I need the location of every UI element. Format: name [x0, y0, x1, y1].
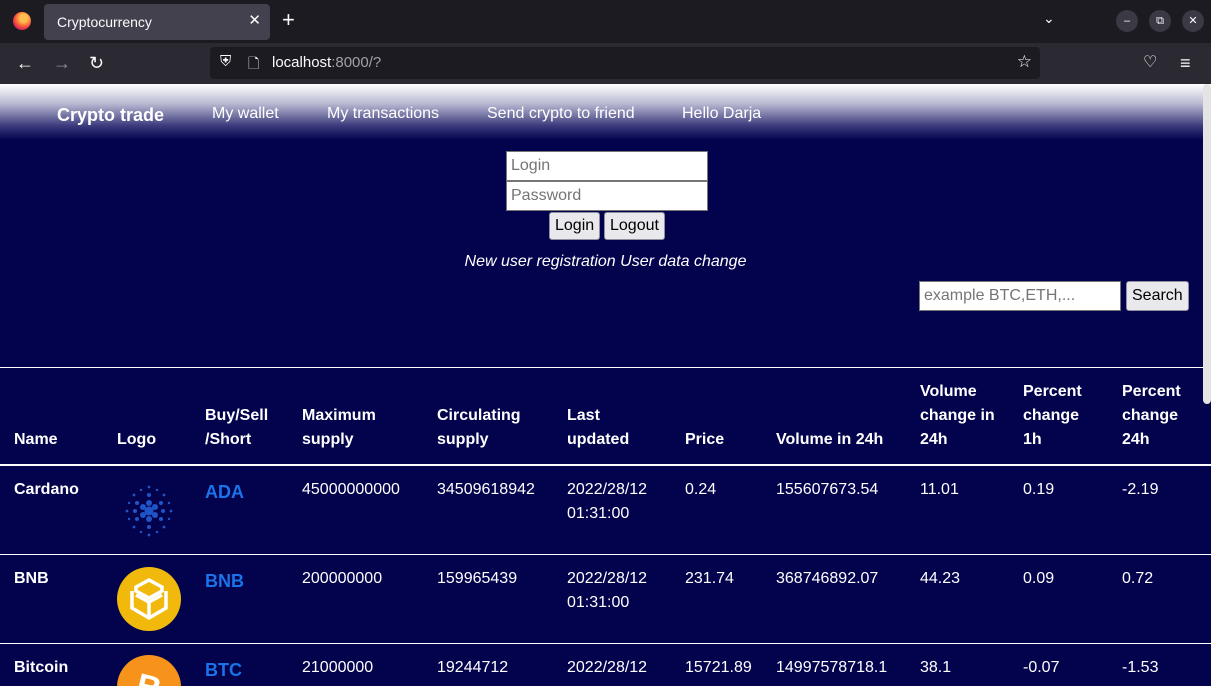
search-button[interactable]: Search: [1126, 281, 1189, 311]
row-name: Cardano: [14, 481, 79, 498]
row-last-updated: 2022/28/12 01:31:00: [567, 570, 648, 611]
nav-hello-user[interactable]: Hello Darja: [682, 105, 761, 123]
menu-icon[interactable]: ≡: [1180, 52, 1191, 74]
header-volume-change: Volume change in 24h: [920, 383, 995, 448]
site-navbar: Crypto trade My wallet My transactions S…: [0, 84, 1211, 140]
registration-link[interactable]: New user registration: [465, 253, 616, 270]
page-info-icon[interactable]: 🗋: [248, 53, 259, 77]
header-logo: Logo: [117, 431, 157, 448]
user-data-change-link[interactable]: User data change: [620, 253, 746, 270]
row-last-updated: 2022/28/12 01:31:00: [567, 481, 648, 522]
brand-link[interactable]: Crypto trade: [57, 105, 164, 126]
row-volume: 368746892.07: [776, 570, 879, 587]
password-input[interactable]: [506, 181, 708, 211]
nav-my-wallet[interactable]: My wallet: [212, 105, 279, 123]
row-volume: 155607673.54: [776, 481, 879, 498]
row-volume-change: 44.23: [920, 570, 961, 587]
header-circulating: Circulating supply: [437, 407, 521, 448]
header-pct-24h: Percent change 24h: [1122, 383, 1181, 448]
account-links: New user registration User data change: [0, 253, 1211, 271]
page-scrollbar[interactable]: [1203, 84, 1211, 404]
header-volume: Volume in 24h: [776, 431, 884, 448]
row-name: Bitcoin: [14, 659, 69, 676]
list-tabs-icon[interactable]: ⌄: [1043, 10, 1055, 27]
cardano-logo-icon: [125, 485, 173, 537]
reload-icon[interactable]: ↻: [89, 52, 104, 74]
row-volume: 14997578718.1: [776, 659, 888, 676]
header-buy-sell: Buy/Sell/Short: [205, 407, 269, 448]
row-circulating: 19244712: [437, 659, 509, 676]
row-pct-1h: 0.09: [1023, 570, 1055, 587]
close-window-icon[interactable]: ✕: [1182, 10, 1204, 32]
row-price: 231.74: [685, 570, 734, 587]
row-pct-24h: -2.19: [1122, 481, 1159, 498]
browser-tab-bar: Cryptocurrency ✕ + ⌄ – ⧉ ✕: [0, 0, 1211, 43]
header-max-supply: Maximum supply: [302, 407, 376, 448]
row-pct-1h: -0.07: [1023, 659, 1060, 676]
table-top-border: [0, 367, 1211, 368]
pocket-icon[interactable]: ♡: [1143, 52, 1157, 74]
header-last-updated: Last updated: [567, 407, 630, 448]
bitcoin-logo-icon: B: [117, 655, 181, 686]
buy-link[interactable]: BTC: [205, 658, 242, 682]
header-bottom-border: [0, 464, 1211, 466]
restore-icon[interactable]: ⧉: [1149, 10, 1171, 32]
nav-my-transactions[interactable]: My transactions: [327, 105, 439, 123]
row-max-supply: 200000000: [302, 570, 383, 587]
row-volume-change: 38.1: [920, 659, 952, 676]
nav-send-crypto[interactable]: Send crypto to friend: [487, 105, 635, 123]
browser-tab[interactable]: Cryptocurrency ✕: [44, 4, 270, 40]
url-bar[interactable]: ⛨ 🗋 localhost:8000/? ☆: [210, 47, 1040, 79]
row-name: BNB: [14, 570, 49, 587]
row-max-supply: 45000000000: [302, 481, 400, 498]
row-volume-change: 11.01: [920, 481, 959, 498]
header-pct-1h: Percent change 1h: [1023, 383, 1082, 448]
forward-icon[interactable]: →: [53, 52, 71, 74]
tab-title: Cryptocurrency: [57, 14, 152, 30]
url-text[interactable]: localhost:8000/?: [272, 54, 381, 71]
search-input[interactable]: [919, 281, 1121, 311]
row-circulating: 159965439: [437, 570, 518, 587]
row-price: 0.24: [685, 481, 717, 498]
row-price: 15721.89: [685, 659, 752, 676]
row-last-updated: 2022/28/12: [567, 659, 648, 676]
minimize-icon[interactable]: –: [1116, 10, 1138, 32]
row-pct-1h: 0.19: [1023, 481, 1055, 498]
bookmark-star-icon[interactable]: ☆: [1017, 52, 1032, 72]
new-tab-icon[interactable]: +: [282, 8, 295, 32]
logout-button[interactable]: Logout: [604, 212, 665, 240]
row-divider: [0, 643, 1211, 644]
back-icon[interactable]: ←: [16, 52, 34, 74]
login-button[interactable]: Login: [549, 212, 601, 240]
header-price: Price: [685, 431, 725, 448]
firefox-icon: [13, 12, 31, 30]
page-content: Crypto trade My wallet My transactions S…: [0, 84, 1211, 686]
row-divider: [0, 554, 1211, 555]
shield-icon[interactable]: ⛨: [220, 53, 231, 70]
bnb-logo-icon: [117, 567, 181, 631]
header-name: Name: [14, 431, 58, 448]
row-circulating: 34509618942: [437, 481, 535, 498]
row-pct-24h: 0.72: [1122, 570, 1154, 587]
login-input[interactable]: [506, 151, 708, 181]
row-pct-24h: -1.53: [1122, 659, 1159, 676]
browser-toolbar: ← → ↻ ⛨ 🗋 localhost:8000/? ☆ ♡ ≡: [0, 43, 1211, 84]
close-tab-icon[interactable]: ✕: [248, 11, 261, 29]
buy-link[interactable]: ADA: [205, 480, 244, 504]
buy-link[interactable]: BNB: [205, 569, 244, 593]
row-max-supply: 21000000: [302, 659, 374, 676]
